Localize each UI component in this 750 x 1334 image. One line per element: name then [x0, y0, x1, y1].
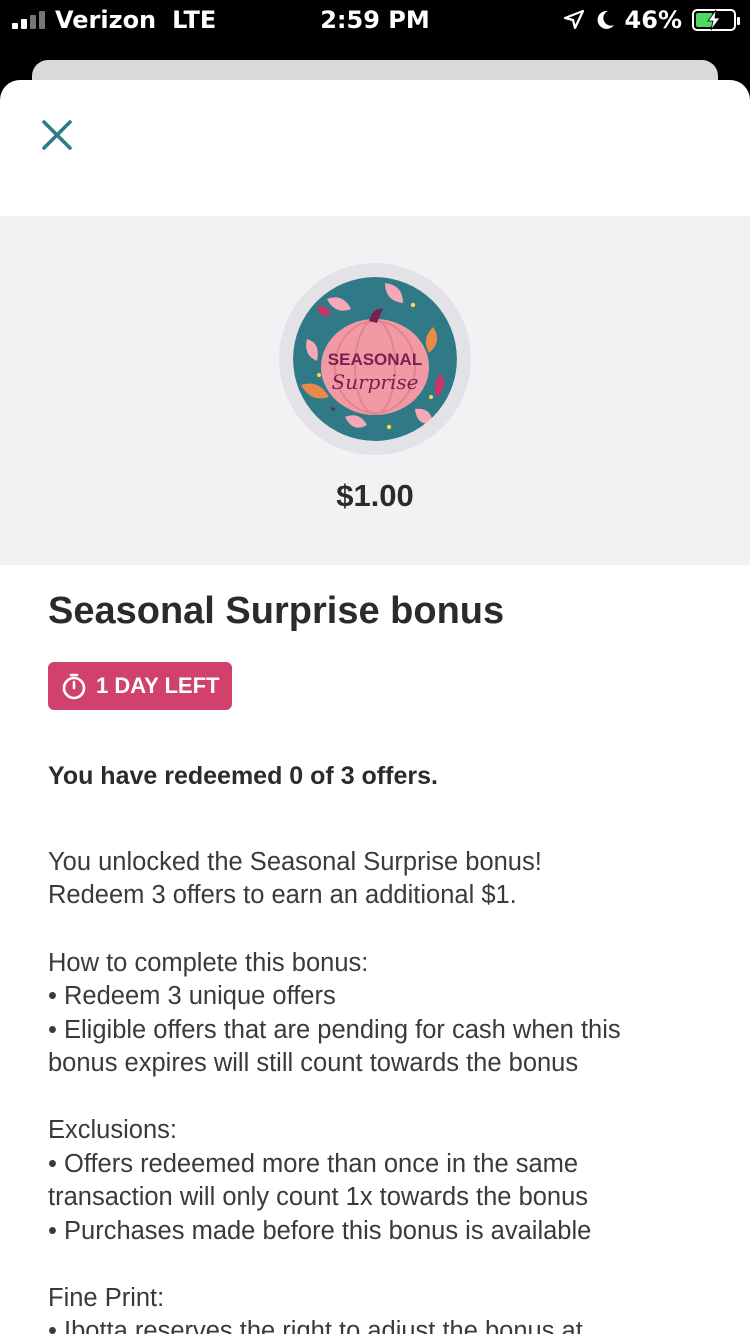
description-line: • Ibotta reserves the right to adjust th…	[48, 1317, 583, 1334]
close-button[interactable]	[36, 114, 78, 156]
bonus-detail-sheet: SEASONAL Surprise $1.00 Seasonal Surpris…	[0, 80, 750, 1334]
bonus-hero: SEASONAL Surprise $1.00	[0, 216, 750, 565]
description-heading: How to complete this bonus:	[48, 948, 369, 977]
moon-icon	[597, 10, 614, 29]
description-line: • Eligible offers that are pending for c…	[48, 1015, 621, 1044]
battery-percent: 46%	[624, 6, 682, 34]
description-line: • Purchases made before this bonus is av…	[48, 1216, 592, 1245]
stopwatch-icon	[62, 673, 86, 700]
description-line: bonus expires will still count towards t…	[48, 1049, 579, 1078]
description-heading: Fine Print:	[48, 1284, 165, 1313]
badge-text-seasonal: SEASONAL	[328, 350, 422, 369]
description-line: You unlocked the Seasonal Surprise bonus…	[48, 848, 542, 876]
bonus-amount: $1.00	[336, 478, 414, 513]
bonus-description: You unlocked the Seasonal Surprise bonus…	[48, 846, 718, 1334]
description-line: transaction will only count 1x towards t…	[48, 1183, 589, 1212]
badge-image: SEASONAL Surprise	[293, 277, 457, 441]
days-left-badge: 1 DAY LEFT	[48, 662, 233, 710]
status-right: 46%	[563, 6, 740, 34]
bonus-badge: SEASONAL Surprise	[279, 263, 471, 455]
days-left-label: 1 DAY LEFT	[96, 673, 220, 698]
description-line: • Offers redeemed more than once in the …	[48, 1149, 579, 1178]
location-arrow-icon	[563, 9, 584, 30]
description-line: • Redeem 3 unique offers	[48, 982, 336, 1011]
battery-charging-icon	[692, 9, 740, 31]
redeemed-progress-text: You have redeemed 0 of 3 offers.	[48, 762, 438, 790]
status-bar: Verizon LTE 2:59 PM 46%	[0, 0, 750, 44]
bonus-title: Seasonal Surprise bonus	[48, 590, 505, 632]
badge-text-surprise: Surprise	[331, 370, 418, 394]
description-heading: Exclusions:	[48, 1116, 177, 1145]
description-line: Redeem 3 offers to earn an additional $1…	[48, 881, 517, 910]
close-icon	[42, 120, 72, 150]
